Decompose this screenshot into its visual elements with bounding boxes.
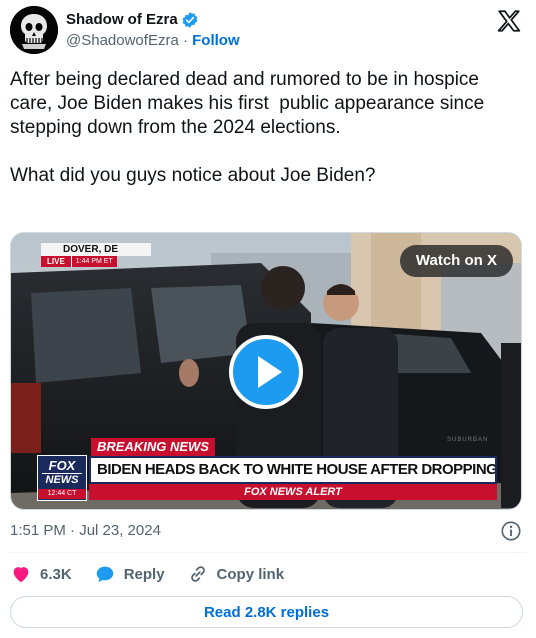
reply-label: Reply bbox=[123, 565, 165, 583]
alert-bar: FOX NEWS ALERT bbox=[89, 484, 497, 500]
fox-logo-line2: NEWS bbox=[42, 473, 82, 486]
like-button[interactable]: 6.3K bbox=[10, 563, 72, 585]
tweet-text: After being declared dead and rumored to… bbox=[10, 69, 485, 186]
live-time: 1:44 PM ET bbox=[70, 256, 117, 267]
reply-button[interactable]: Reply bbox=[94, 563, 165, 585]
author-names: Shadow of Ezra @ShadowofEzra · Follow bbox=[66, 10, 240, 51]
verified-badge-icon bbox=[182, 12, 198, 28]
x-logo-icon[interactable] bbox=[496, 8, 522, 34]
link-icon bbox=[190, 566, 205, 582]
handle-row: @ShadowofEzra · Follow bbox=[66, 31, 240, 51]
read-replies-button[interactable]: Read 2.8K replies bbox=[10, 596, 523, 628]
fox-news-logo: FOX NEWS 12:44 CT bbox=[37, 455, 87, 501]
copy-link-label: Copy link bbox=[216, 565, 285, 583]
heart-icon bbox=[13, 567, 29, 583]
avatar[interactable] bbox=[10, 6, 58, 54]
author-display-name: Shadow of Ezra bbox=[66, 11, 178, 28]
like-count: 6.3K bbox=[40, 565, 72, 583]
copy-link-button[interactable]: Copy link bbox=[187, 563, 285, 585]
live-label: LIVE bbox=[41, 256, 71, 267]
info-icon[interactable] bbox=[500, 520, 522, 542]
location-label: DOVER, DE bbox=[41, 243, 151, 256]
vehicle-badge: SUBURBAN bbox=[447, 437, 489, 443]
headline-bar: BIDEN HEADS BACK TO WHITE HOUSE AFTER DR… bbox=[89, 456, 497, 484]
play-button[interactable] bbox=[229, 335, 303, 409]
fox-logo-time: 12:44 CT bbox=[38, 489, 86, 499]
location-tag: DOVER, DE LIVE 1:44 PM ET bbox=[41, 243, 151, 269]
author-display-name-link[interactable]: Shadow of Ezra bbox=[66, 10, 199, 30]
author-handle[interactable]: @ShadowofEzra bbox=[66, 32, 179, 49]
breaking-news-label: BREAKING NEWS bbox=[91, 438, 215, 456]
follow-button[interactable]: Follow bbox=[192, 32, 240, 49]
skull-logo-icon bbox=[10, 6, 58, 54]
watch-on-x-button[interactable]: Watch on X bbox=[399, 245, 513, 277]
play-icon bbox=[258, 356, 282, 388]
video-player[interactable]: DOVER, DE LIVE 1:44 PM ET Watch on X BRE… bbox=[10, 232, 522, 510]
action-bar: 6.3K Reply Copy link bbox=[10, 562, 306, 586]
reply-bubble-icon bbox=[96, 566, 113, 583]
fox-logo-line1: FOX bbox=[48, 458, 76, 473]
separator-dot: · bbox=[182, 32, 188, 49]
divider bbox=[10, 552, 526, 553]
tweet-header: Shadow of Ezra @ShadowofEzra · Follow bbox=[10, 6, 526, 58]
tweet-timestamp[interactable]: 1:51 PM · Jul 23, 2024 bbox=[10, 521, 161, 541]
